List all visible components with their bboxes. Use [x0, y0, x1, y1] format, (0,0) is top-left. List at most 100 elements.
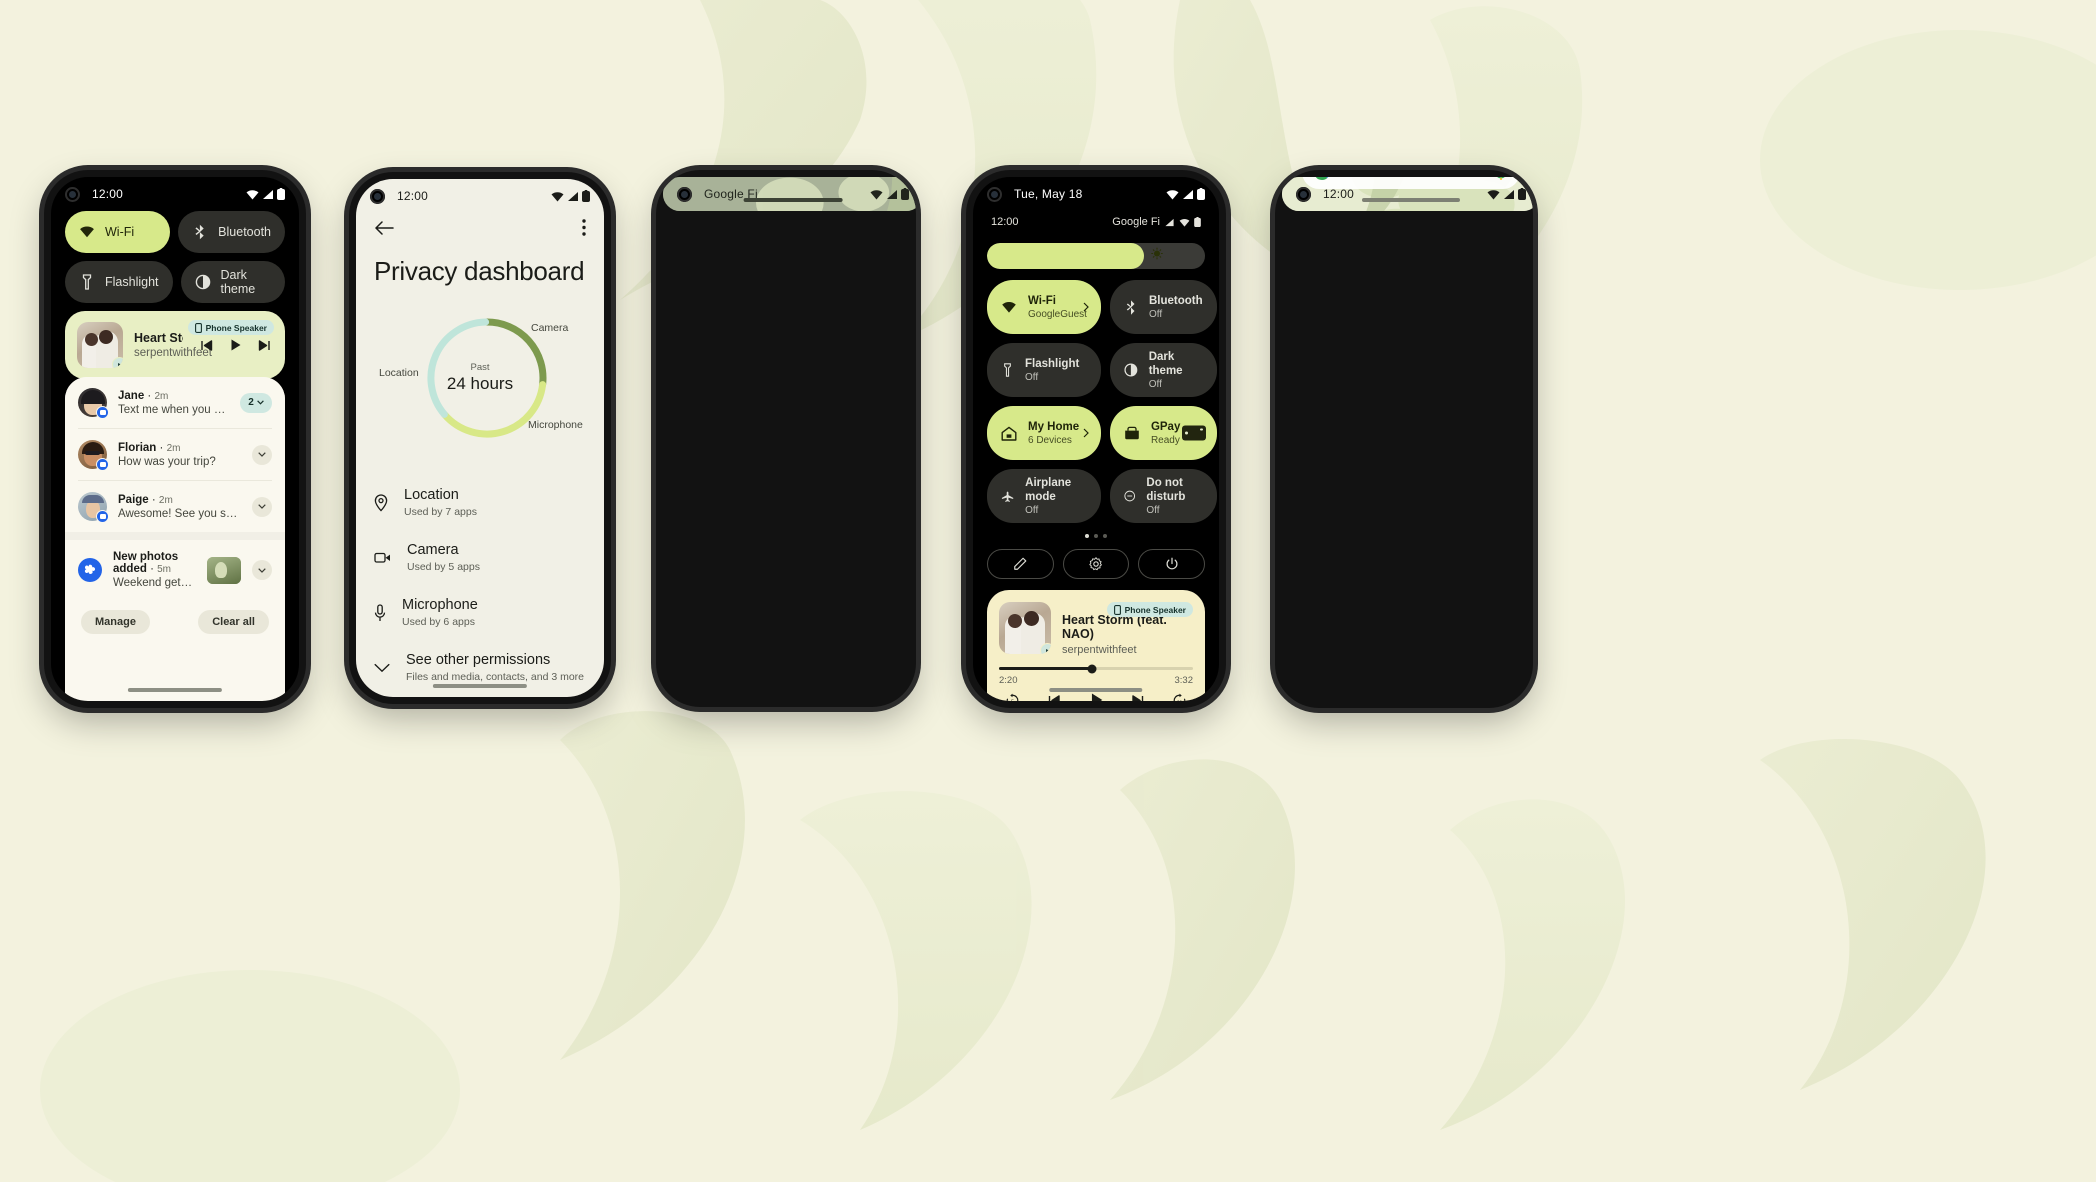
quick-tile-wifi[interactable]: Wi-Fi	[65, 211, 171, 253]
qs-tile-dark-theme[interactable]: Dark theme Off	[1109, 343, 1217, 397]
clear-all-button[interactable]: Clear all	[198, 610, 269, 634]
notification-thumbnail	[207, 556, 241, 584]
back-arrow-icon[interactable]	[374, 220, 394, 236]
phone-quick-settings: Tue, May 18 12:00 Google Fi Wi-Fi Google…	[966, 170, 1226, 708]
quick-tile-bluetooth[interactable]: Bluetooth	[178, 211, 285, 253]
previous-icon[interactable]	[1047, 694, 1061, 702]
notification-row[interactable]: New photos added · 5m Weekend getaway	[65, 540, 285, 600]
qs-tile-do-not-disturb[interactable]: Do not disturb Off	[1109, 469, 1217, 523]
qs-time: 12:00	[991, 216, 1019, 228]
media-artist: serpentwithfeet	[1062, 644, 1137, 656]
media-duration: 3:32	[1174, 675, 1194, 686]
progress-thumb[interactable]	[1087, 664, 1097, 673]
qs-tile-label: Dark theme	[1148, 350, 1183, 377]
phone-icon	[194, 322, 202, 333]
manage-button[interactable]: Manage	[81, 610, 150, 634]
permission-sub: Used by 6 apps	[402, 616, 475, 628]
brightness-auto-icon[interactable]	[1151, 247, 1164, 265]
media-output-label: Phone Speaker	[1124, 604, 1186, 615]
edit-tiles-button[interactable]	[987, 549, 1054, 579]
replay-5-icon[interactable]: 5	[1005, 693, 1020, 702]
play-icon[interactable]	[229, 338, 242, 352]
messages-app-icon	[96, 458, 109, 471]
media-output-chip[interactable]: Phone Speaker	[1106, 602, 1193, 617]
signal-icon	[1183, 189, 1193, 199]
chevron-right-icon[interactable]	[1083, 428, 1089, 438]
notification-title: Jane · 2m	[118, 389, 169, 402]
notification-actions: Manage Clear all	[65, 600, 285, 644]
notification-count-badge[interactable]: 2	[240, 392, 272, 413]
wifi-icon	[1002, 302, 1016, 313]
home-indicator[interactable]	[432, 684, 528, 688]
next-icon[interactable]	[1131, 694, 1145, 702]
permission-row-location[interactable]: Location Used by 7 apps	[374, 475, 586, 530]
brightness-slider[interactable]	[987, 243, 1205, 269]
qs-tile-wifi[interactable]: Wi-Fi GoogleGuest	[987, 280, 1101, 334]
status-time: 12:00	[92, 187, 124, 201]
status-icons	[551, 190, 590, 202]
expand-chevron-button[interactable]	[252, 444, 272, 465]
status-bar: 12:00	[51, 177, 299, 211]
battery-icon	[1197, 188, 1205, 200]
bluetooth-icon	[1126, 300, 1135, 315]
settings-button[interactable]	[1062, 549, 1130, 579]
qs-tile-sub: Off	[1148, 379, 1162, 391]
notification-row[interactable]: Florian · 2m How was your trip?	[65, 429, 285, 480]
status-time: 12:00	[397, 189, 429, 203]
qs-footer-actions	[973, 538, 1219, 579]
notification-text: How was your trip?	[118, 455, 216, 468]
status-bar: Tue, May 18	[973, 177, 1219, 211]
permission-row-camera[interactable]: Camera Used by 5 apps	[374, 530, 586, 585]
qs-tile-bluetooth[interactable]: Bluetooth Off	[1109, 280, 1217, 334]
qs-tile-flashlight[interactable]: Flashlight Off	[987, 343, 1101, 397]
permission-label: Location	[404, 487, 459, 503]
donut-legend-camera: Camera	[531, 322, 569, 334]
home-indicator[interactable]	[1049, 688, 1143, 692]
home-indicator[interactable]	[127, 688, 223, 692]
svg-text:30: 30	[1177, 699, 1183, 701]
bluetooth-icon	[195, 224, 204, 240]
notification-text: Text me when you get here!	[118, 403, 229, 416]
wifi-icon	[80, 226, 94, 238]
notification-text: Awesome! See you soon :0	[118, 507, 241, 520]
pencil-icon	[1014, 557, 1027, 570]
notification-title: New photos added · 5m	[113, 551, 179, 575]
expand-chevron-button[interactable]	[252, 560, 272, 580]
overflow-menu-icon[interactable]	[582, 219, 586, 236]
notification-row[interactable]: Paige · 2m Awesome! See you soon :0	[65, 481, 285, 532]
media-progress-slider[interactable]	[999, 664, 1193, 673]
chevron-right-icon[interactable]	[1083, 302, 1089, 312]
next-icon[interactable]	[258, 339, 271, 352]
qs-tile-gpay[interactable]: GPay Ready	[1109, 406, 1217, 460]
media-player-card[interactable]: Phone Speaker Heart Storm (feat. NAO) se…	[987, 590, 1205, 701]
quick-tile-dark-theme[interactable]: Dark theme	[180, 261, 285, 303]
phone-home-screen: 12:00 Lunch in 30 min 12:30 - 1:00 PM 72…	[1275, 170, 1533, 708]
qs-tile-sub: Off	[1025, 505, 1039, 517]
forward-30-icon[interactable]: 30	[1172, 693, 1187, 702]
app-play-badge-icon	[1040, 643, 1051, 654]
donut-legend-microphone: Microphone	[528, 419, 583, 431]
pinwheel-icon	[84, 564, 96, 574]
minus-circle-icon	[1124, 490, 1135, 502]
notification-row[interactable]: Jane · 2m Text me when you get here! 2	[65, 377, 285, 428]
qs-tile-airplane-mode[interactable]: Airplane mode Off	[987, 469, 1101, 523]
qs-tile-label: Wi-Fi	[1028, 294, 1056, 307]
notification-title: Paige · 2m	[118, 493, 173, 506]
play-icon[interactable]	[1089, 692, 1104, 701]
chevron-down-icon	[258, 567, 266, 573]
expand-chevron-button[interactable]	[252, 496, 272, 517]
permissions-list: Location Used by 7 apps Camera Used by 5…	[356, 463, 604, 695]
media-output-chip[interactable]: Phone Speaker	[187, 320, 274, 335]
power-menu-button[interactable]	[1138, 549, 1206, 579]
permission-row-microphone[interactable]: Microphone Used by 6 apps	[374, 585, 586, 640]
signal-icon	[1504, 189, 1514, 199]
page-dot[interactable]	[1085, 534, 1089, 538]
previous-icon[interactable]	[200, 339, 213, 352]
status-carrier: Google Fi	[704, 187, 758, 201]
media-player-card[interactable]: Phone Speaker Heart Storm serpentwithfee…	[65, 311, 285, 379]
quick-tile-flashlight[interactable]: Flashlight	[65, 261, 173, 303]
qs-tile-my-home[interactable]: My Home 6 Devices	[987, 406, 1101, 460]
page-dot[interactable]	[1103, 534, 1107, 538]
messages-app-icon	[96, 406, 109, 419]
page-dot[interactable]	[1094, 534, 1098, 538]
